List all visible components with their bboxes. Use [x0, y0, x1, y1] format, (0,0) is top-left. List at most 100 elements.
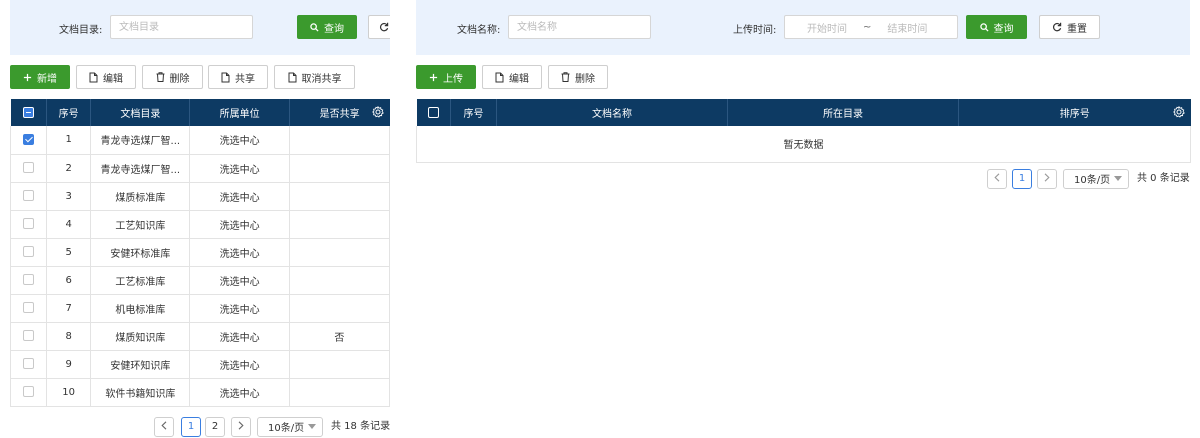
page-size-select[interactable]: 10条/页 [257, 416, 323, 437]
document-page-size-value: 10条/页 [1074, 175, 1111, 186]
unshare-button[interactable]: 取消共享 [274, 65, 355, 89]
row-shared [289, 350, 391, 379]
directory-reset-button[interactable]: 重置 [368, 15, 390, 39]
table-row[interactable]: 6 工艺标准库 洗选中心 [9, 266, 391, 295]
prev-page-button[interactable] [154, 416, 174, 437]
document-pagination: 1 10条/页 共 0 条记录 [416, 164, 1190, 194]
directory-search-input[interactable] [110, 15, 253, 39]
next-page-button[interactable] [231, 416, 251, 437]
row-checkbox[interactable] [23, 190, 35, 202]
empty-data-text: 暂无数据 [416, 126, 1191, 163]
row-no: 10 [46, 378, 92, 407]
trash-icon [156, 72, 165, 82]
row-unit: 洗选中心 [189, 266, 290, 295]
row-no: 7 [46, 294, 92, 323]
row-checkbox[interactable] [23, 134, 35, 145]
row-unit: 洗选中心 [189, 378, 290, 407]
document-icon [288, 72, 297, 83]
document-column-header-directory: 所在目录 [727, 99, 959, 126]
row-checkbox[interactable] [23, 330, 35, 342]
chevron-right-icon [1044, 172, 1050, 185]
row-unit: 洗选中心 [189, 126, 290, 155]
upload-time-label: 上传时间: [733, 25, 777, 36]
chevron-left-icon [994, 172, 1000, 185]
directory-table: 序号 文档目录 所属单位 是否共享 1 青龙寺选煤厂智... 洗选中心 2 青龙寺选煤厂… [9, 99, 391, 407]
document-next-page-button[interactable] [1037, 168, 1057, 189]
page-button-2[interactable]: 2 [205, 416, 225, 437]
document-column-header-sort-label: 排序号 [1059, 109, 1090, 120]
document-page-button-1[interactable]: 1 [1012, 168, 1032, 189]
document-edit-button[interactable]: 编辑 [482, 65, 542, 89]
document-search-bar: 文档名称: 上传时间: 开始时间 ~ 结束时间 查询 重置 [416, 0, 1190, 55]
table-row[interactable]: 10 软件书籍知识库 洗选中心 [9, 378, 391, 407]
row-shared: 否 [289, 322, 391, 351]
row-no: 1 [46, 126, 92, 155]
document-query-label: 查询 [993, 23, 1014, 35]
directory-pagination: 1 2 10条/页 共 18 条记录 [10, 412, 390, 438]
document-table: 序号 文档名称 所在目录 排序号 暂无数据 [416, 99, 1191, 163]
row-no: 6 [46, 266, 92, 295]
table-row[interactable]: 7 机电标准库 洗选中心 [9, 294, 391, 323]
row-checkbox[interactable] [23, 386, 35, 398]
document-reset-label: 重置 [1067, 23, 1087, 35]
table-row[interactable]: 1 青龙寺选煤厂智... 洗选中心 [9, 126, 391, 155]
directory-search-bar: 文档目录: 查询 重置 [10, 0, 390, 55]
row-shared [289, 154, 391, 183]
table-row[interactable]: 8 煤质知识库 洗选中心否 [9, 322, 391, 351]
directory-toolbar: 新增 编辑 删除 共享 取消共享 [10, 65, 390, 99]
document-page-size-select[interactable]: 10条/页 [1063, 168, 1129, 189]
row-select-cell [9, 182, 48, 211]
row-select-cell [9, 294, 48, 323]
row-checkbox[interactable] [23, 274, 35, 286]
row-no: 3 [46, 182, 92, 211]
document-select-all-cell[interactable] [416, 99, 451, 126]
select-all-checkbox[interactable] [22, 106, 34, 118]
document-delete-button[interactable]: 删除 [548, 65, 608, 89]
row-select-cell [9, 350, 48, 379]
row-checkbox[interactable] [23, 358, 35, 370]
row-directory: 煤质标准库 [90, 182, 191, 211]
column-header-shared-label: 是否共享 [319, 109, 360, 120]
document-panel: 文档名称: 上传时间: 开始时间 ~ 结束时间 查询 重置 上传 [416, 0, 1191, 194]
upload-button[interactable]: 上传 [416, 65, 476, 89]
document-column-header-sort: 排序号 [958, 99, 1191, 126]
document-column-header-no: 序号 [450, 99, 497, 126]
directory-table-header: 序号 文档目录 所属单位 是否共享 [10, 99, 390, 126]
edit-button[interactable]: 编辑 [76, 65, 136, 89]
document-name-input[interactable] [508, 15, 651, 39]
start-time-input[interactable]: 开始时间 [807, 20, 847, 35]
document-edit-label: 编辑 [509, 73, 529, 85]
document-reset-button[interactable]: 重置 [1039, 15, 1100, 39]
select-all-cell[interactable] [10, 99, 48, 126]
table-row[interactable]: 3 煤质标准库 洗选中心 [9, 182, 391, 211]
upload-label: 上传 [443, 73, 463, 85]
row-directory: 煤质知识库 [90, 322, 191, 351]
total-records: 共 18 条记录 [331, 420, 391, 432]
delete-button[interactable]: 删除 [142, 65, 203, 89]
row-select-cell [9, 322, 48, 351]
document-prev-page-button[interactable] [987, 168, 1007, 189]
share-button[interactable]: 共享 [208, 65, 268, 89]
row-select-cell [9, 154, 48, 183]
document-total-records: 共 0 条记录 [1137, 172, 1190, 184]
row-directory: 安健环标准库 [90, 238, 191, 267]
row-shared [289, 210, 391, 239]
edit-label: 编辑 [103, 73, 123, 85]
upload-time-range[interactable]: 开始时间 ~ 结束时间 [784, 15, 958, 39]
table-row[interactable]: 4 工艺知识库 洗选中心 [9, 210, 391, 239]
row-checkbox[interactable] [23, 162, 35, 174]
end-time-input[interactable]: 结束时间 [887, 20, 927, 35]
directory-query-label: 查询 [324, 23, 344, 35]
document-query-button[interactable]: 查询 [966, 15, 1027, 39]
table-row[interactable]: 2 青龙寺选煤厂智... 洗选中心 [9, 154, 391, 183]
add-button[interactable]: 新增 [10, 65, 70, 89]
row-checkbox[interactable] [23, 218, 35, 230]
unshare-label: 取消共享 [301, 73, 342, 85]
table-row[interactable]: 9 安健环知识库 洗选中心 [9, 350, 391, 379]
row-checkbox[interactable] [23, 246, 35, 258]
table-row[interactable]: 5 安健环标准库 洗选中心 [9, 238, 391, 267]
row-checkbox[interactable] [23, 302, 35, 314]
document-select-all-checkbox[interactable] [427, 106, 439, 118]
page-button-1[interactable]: 1 [181, 416, 201, 437]
directory-query-button[interactable]: 查询 [297, 15, 357, 39]
